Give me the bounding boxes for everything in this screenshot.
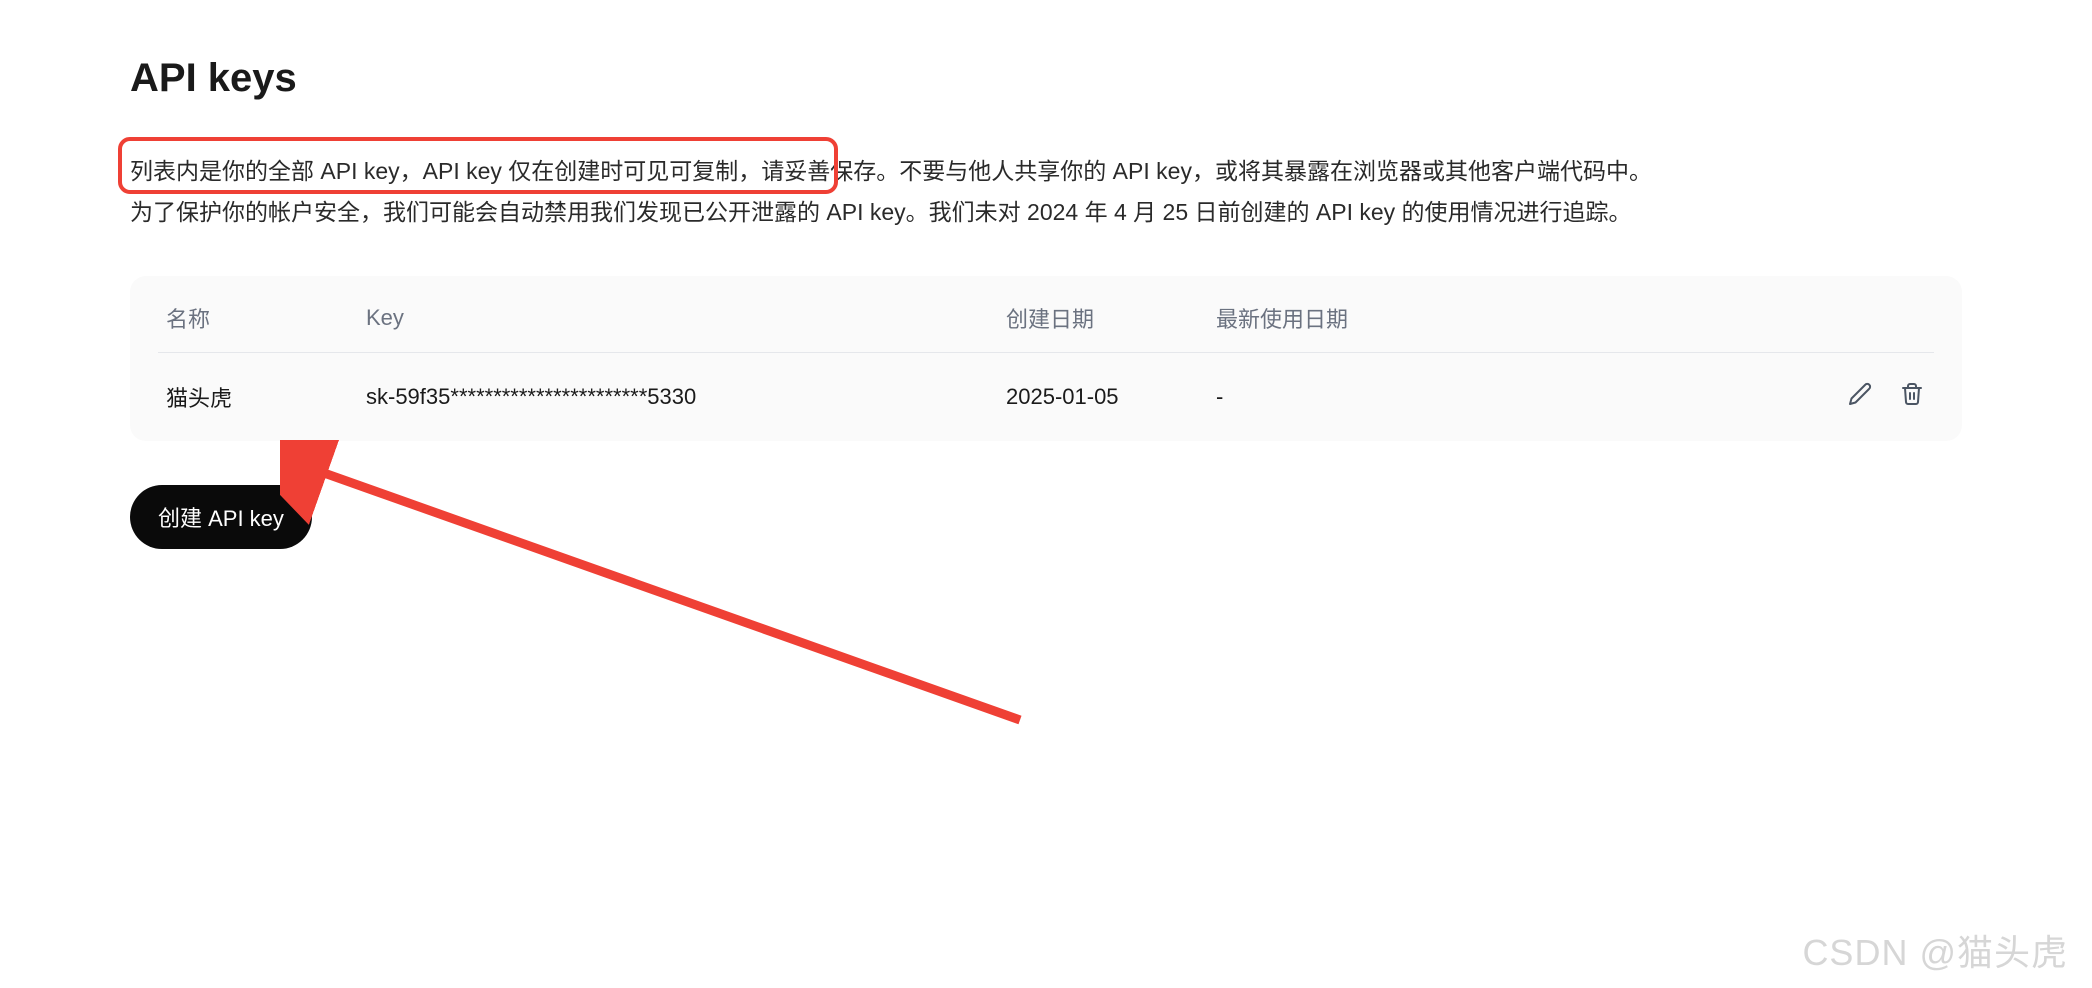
pencil-icon — [1848, 382, 1872, 409]
api-keys-table: 名称 Key 创建日期 最新使用日期 猫头虎 sk-59f35*********… — [158, 276, 1934, 441]
table-header-key: Key — [358, 276, 998, 353]
description-highlighted-part: 列表内是你的全部 API key，API key 仅在创建时可见可复制，请妥善保… — [130, 158, 899, 184]
trash-icon — [1900, 382, 1924, 409]
description-block: 列表内是你的全部 API key，API key 仅在创建时可见可复制，请妥善保… — [130, 151, 1962, 234]
description-line2: 为了保护你的帐户安全，我们可能会自动禁用我们发现已公开泄露的 API key。我… — [130, 199, 1632, 225]
description-text: 列表内是你的全部 API key，API key 仅在创建时可见可复制，请妥善保… — [130, 151, 1962, 234]
watermark-text: CSDN @猫头虎 — [1802, 924, 2068, 976]
table-header-last-used: 最新使用日期 — [1208, 276, 1438, 353]
cell-actions — [1438, 352, 1934, 441]
table-row: 猫头虎 sk-59f35***********************5330 … — [158, 352, 1934, 441]
table-header-actions — [1438, 276, 1934, 353]
cell-name: 猫头虎 — [158, 352, 358, 441]
description-rest-line1: 不要与他人共享你的 API key，或将其暴露在浏览器或其他客户端代码中。 — [899, 158, 1652, 184]
page-title: API keys — [130, 56, 1962, 101]
table-header-name: 名称 — [158, 276, 358, 353]
create-api-key-button[interactable]: 创建 API key — [130, 485, 312, 549]
api-keys-table-card: 名称 Key 创建日期 最新使用日期 猫头虎 sk-59f35*********… — [130, 276, 1962, 441]
cell-last-used: - — [1208, 352, 1438, 441]
cell-created: 2025-01-05 — [998, 352, 1208, 441]
delete-button[interactable] — [1898, 382, 1926, 410]
edit-button[interactable] — [1846, 382, 1874, 410]
cell-key: sk-59f35***********************5330 — [358, 352, 998, 441]
table-header-created: 创建日期 — [998, 276, 1208, 353]
